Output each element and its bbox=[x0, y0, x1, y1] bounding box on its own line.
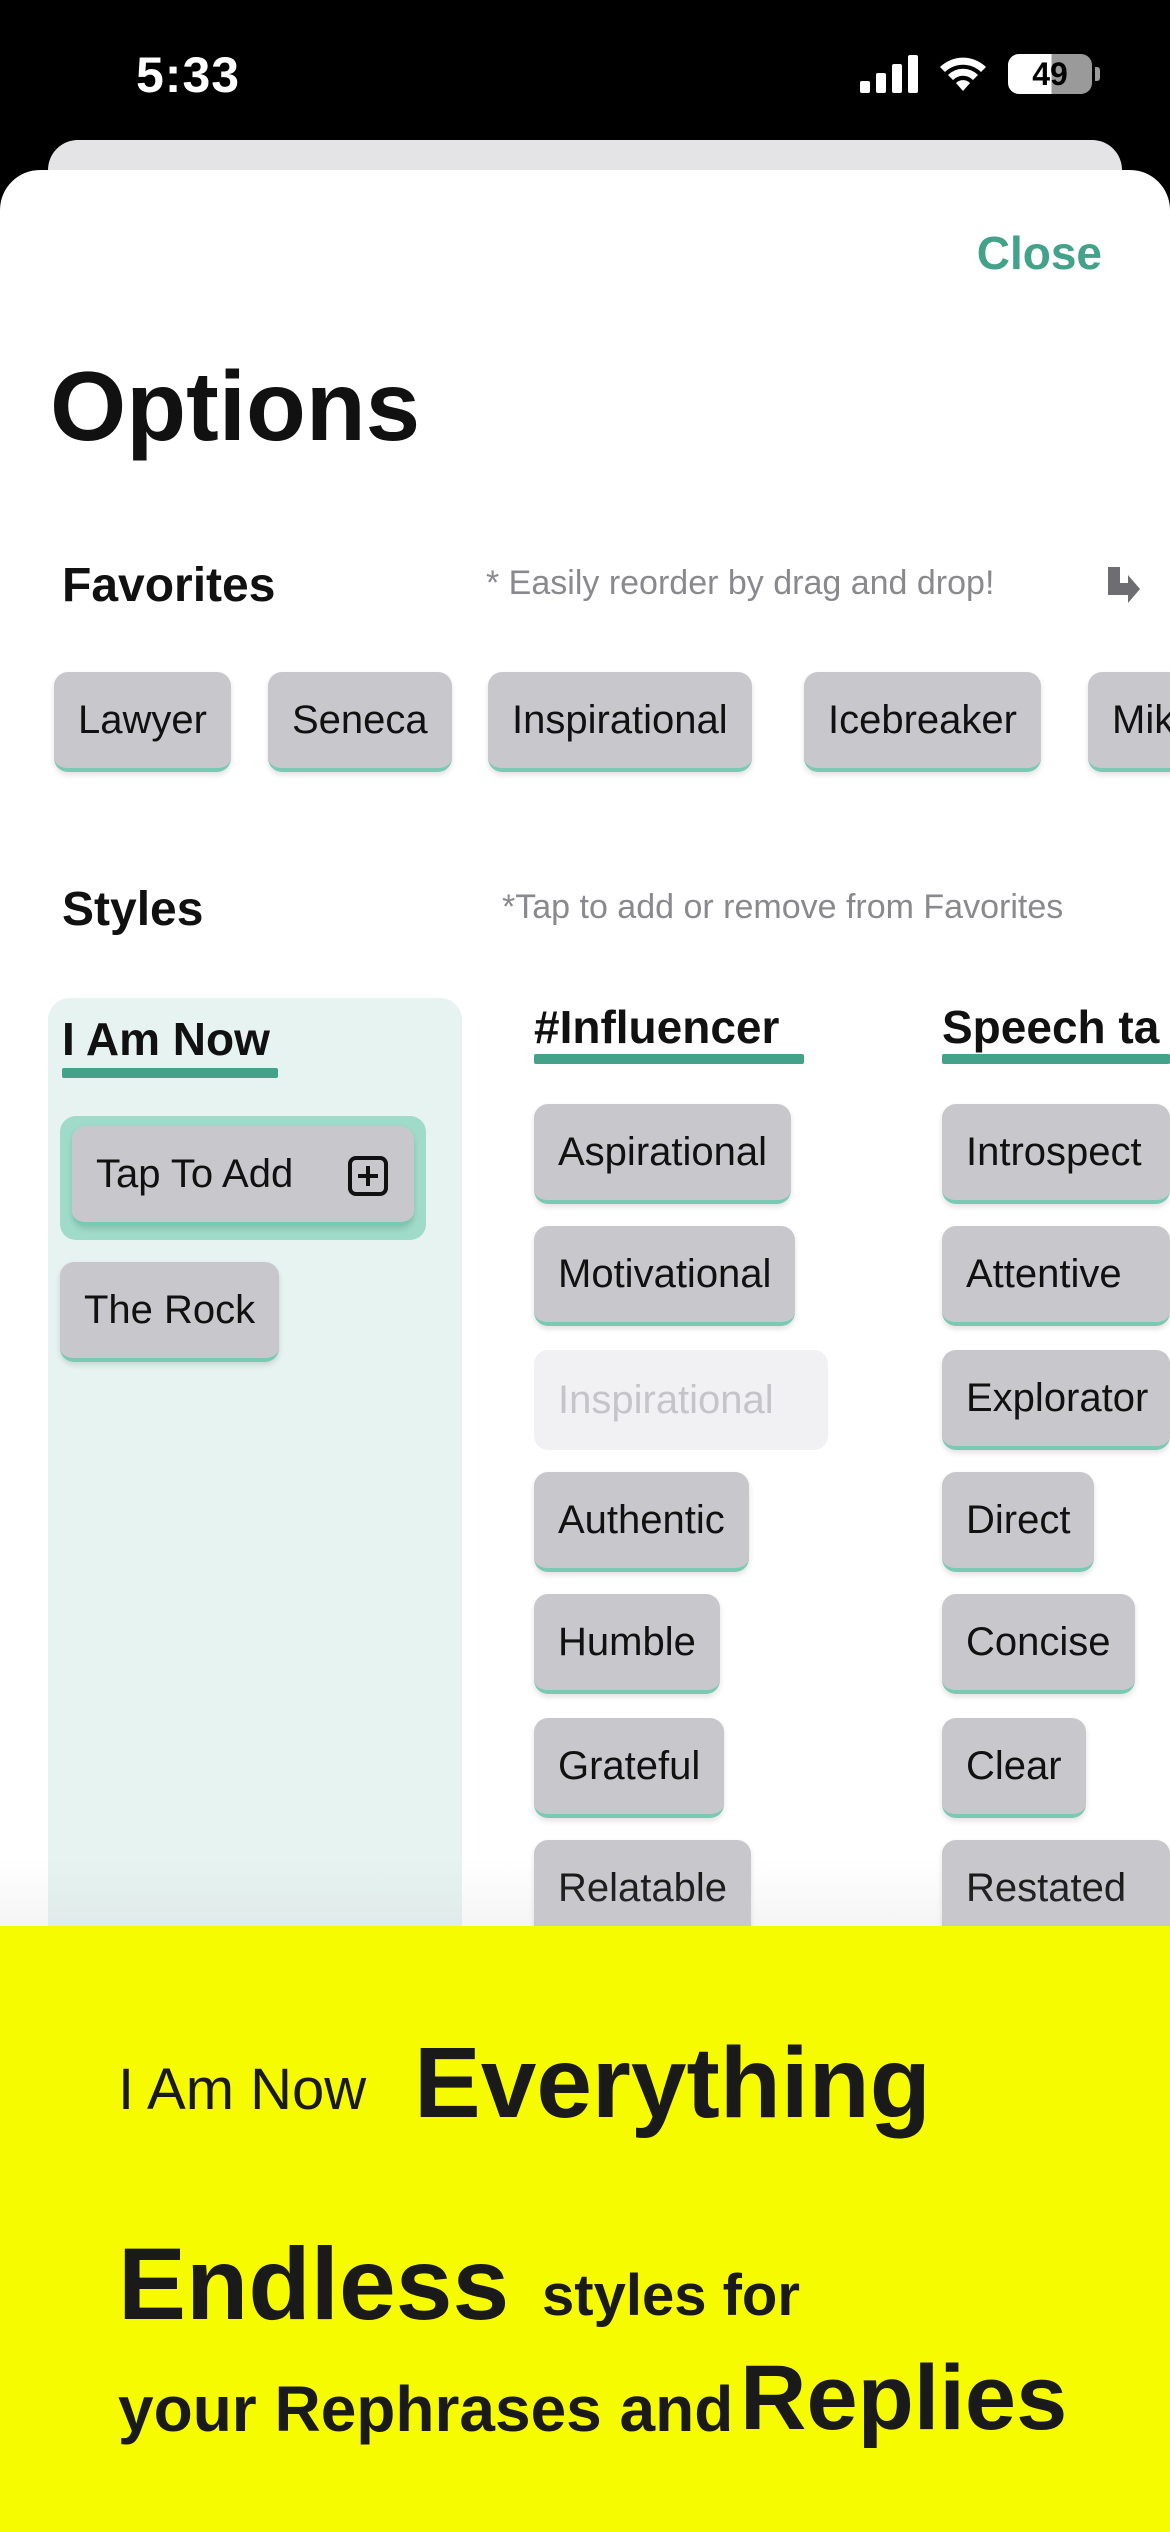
column-header-influencer: #Influencer bbox=[534, 1001, 780, 1053]
column-underline bbox=[942, 1054, 1170, 1064]
styles-hint: *Tap to add or remove from Favorites bbox=[502, 888, 1064, 926]
status-bar: 5:33 49 bbox=[0, 0, 1170, 150]
style-chip-inspirational-disabled: Inspirational bbox=[534, 1350, 828, 1450]
promo-line1-big: Everything bbox=[414, 2027, 931, 2139]
tap-to-add-label: Tap To Add bbox=[96, 1151, 294, 1196]
style-chip-clear[interactable]: Clear bbox=[942, 1718, 1086, 1818]
style-chip-attentive[interactable]: Attentive bbox=[942, 1226, 1170, 1326]
close-button[interactable]: Close bbox=[977, 226, 1102, 280]
style-chip-authentic[interactable]: Authentic bbox=[534, 1472, 749, 1572]
column-underline bbox=[62, 1068, 278, 1078]
battery-icon: 49 bbox=[1008, 54, 1100, 94]
status-icons: 49 bbox=[860, 54, 1100, 94]
promo-line3-big: Replies bbox=[740, 2347, 1068, 2449]
column-header-speech: Speech ta bbox=[942, 1001, 1160, 1053]
promo-line1-small: I Am Now bbox=[118, 2057, 367, 2122]
page-title: Options bbox=[50, 351, 421, 461]
favorites-hint: * Easily reorder by drag and drop! bbox=[486, 564, 995, 602]
favorites-title: Favorites bbox=[62, 559, 276, 612]
promo-banner: I Am Now Everything Endless styles for y… bbox=[0, 1926, 1170, 2532]
favorites-row: Lawyer Seneca Inspirational Icebreaker M… bbox=[0, 670, 1170, 790]
arrow-down-right-icon bbox=[1108, 567, 1140, 603]
favorite-chip-seneca[interactable]: Seneca bbox=[268, 672, 452, 772]
styles-title: Styles bbox=[62, 883, 204, 936]
wifi-icon bbox=[940, 57, 986, 91]
promo-line2-big: Endless bbox=[118, 2227, 510, 2341]
style-chip-concise[interactable]: Concise bbox=[942, 1594, 1135, 1694]
style-chip-aspirational[interactable]: Aspirational bbox=[534, 1104, 792, 1204]
tap-to-add-button[interactable]: Tap To Add bbox=[72, 1126, 414, 1226]
cellular-signal-icon bbox=[860, 55, 918, 93]
favorite-chip-icebreaker[interactable]: Icebreaker bbox=[804, 672, 1041, 772]
column-header-i-am-now: I Am Now bbox=[62, 1013, 270, 1065]
status-time: 5:33 bbox=[136, 47, 241, 103]
plus-square-icon bbox=[348, 1156, 388, 1196]
style-chip-direct[interactable]: Direct bbox=[942, 1472, 1095, 1572]
style-chip-motivational[interactable]: Motivational bbox=[534, 1226, 796, 1326]
style-chip-introspective[interactable]: Introspect bbox=[942, 1104, 1170, 1204]
promo-line2-small: styles for bbox=[542, 2263, 800, 2328]
favorite-chip-lawyer[interactable]: Lawyer bbox=[54, 672, 231, 772]
column-underline bbox=[534, 1054, 804, 1064]
promo-line3-small: your Rephrases and bbox=[118, 2373, 734, 2445]
favorite-chip-inspirational[interactable]: Inspirational bbox=[488, 672, 752, 772]
style-chip-exploratory[interactable]: Explorator bbox=[942, 1350, 1170, 1450]
style-chip-the-rock[interactable]: The Rock bbox=[60, 1262, 280, 1362]
style-chip-grateful[interactable]: Grateful bbox=[534, 1718, 725, 1818]
style-chip-humble[interactable]: Humble bbox=[534, 1594, 720, 1694]
favorite-chip-mik[interactable]: Mik bbox=[1088, 672, 1170, 772]
